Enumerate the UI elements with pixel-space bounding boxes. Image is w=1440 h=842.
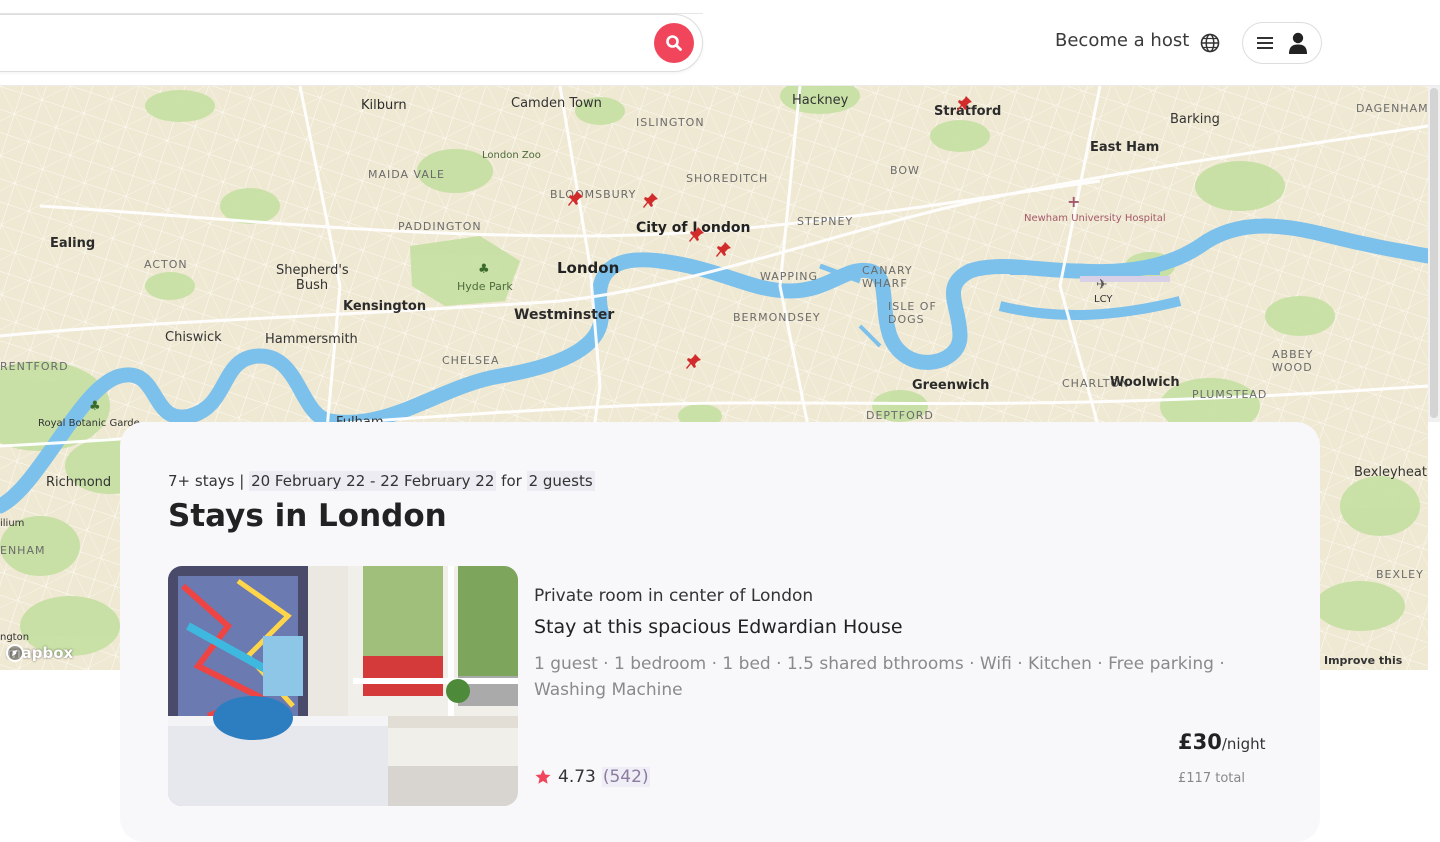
listing-rating: 4.73 (542) bbox=[534, 767, 650, 787]
star-icon bbox=[535, 769, 551, 784]
map-label-maidavale: MAIDA VALE bbox=[368, 168, 445, 181]
map-label-paddington: PADDINGTON bbox=[398, 220, 482, 233]
top-header: Become a host bbox=[0, 0, 1440, 86]
map-label-ealing: Ealing bbox=[50, 236, 96, 251]
guest-count[interactable]: 2 guests bbox=[526, 471, 595, 491]
price-unit: /night bbox=[1221, 735, 1266, 753]
map-label-bloomsbury: BLOOMSBURY bbox=[550, 188, 637, 201]
map-label-ngton: ngton bbox=[0, 632, 30, 643]
map-label-kew: Royal Botanic Garde bbox=[38, 418, 140, 429]
map-label-deptford: DEPTFORD bbox=[866, 409, 934, 422]
for-text: for bbox=[501, 472, 522, 490]
listing-total: £117 total bbox=[1178, 771, 1245, 786]
map-label-hammersmith: Hammersmith bbox=[265, 332, 358, 347]
map-label-newham: Newham University Hospital bbox=[1024, 213, 1166, 224]
date-range[interactable]: 20 February 22 - 22 February 22 bbox=[249, 471, 497, 491]
listing-type: Private room in center of London bbox=[534, 586, 814, 606]
map-label-eastham: East Ham bbox=[1090, 140, 1160, 155]
map-label-woolwich: Woolwich bbox=[1110, 375, 1180, 390]
map-label-wapping: WAPPING bbox=[760, 270, 819, 283]
map-label-brentford: RENTFORD bbox=[0, 360, 69, 373]
map-label-barking: Barking bbox=[1170, 112, 1220, 127]
page-title: Stays in London bbox=[168, 498, 447, 534]
map-pin-icon[interactable] bbox=[686, 353, 702, 371]
map-label-stepney: STEPNEY bbox=[797, 215, 854, 228]
map-label-canary: CANARY WHARF bbox=[862, 264, 913, 290]
airport-icon: ✈ bbox=[1096, 277, 1108, 293]
map-label-greenwich: Greenwich bbox=[912, 378, 990, 393]
map-label-westminster: Westminster bbox=[514, 307, 615, 323]
user-menu-button[interactable] bbox=[1242, 22, 1322, 64]
results-panel: 7+ stays | 20 February 22 - 22 February … bbox=[120, 422, 1320, 842]
improve-map-link[interactable]: Improve this map bbox=[1324, 654, 1428, 670]
map-label-bexleyheath: Bexleyheath bbox=[1354, 465, 1428, 480]
become-host-link[interactable]: Become a host bbox=[1055, 30, 1189, 51]
park-icon: ♣ bbox=[478, 262, 490, 277]
map-label-bexley: BEXLEY bbox=[1376, 568, 1424, 581]
globe-icon[interactable] bbox=[1198, 31, 1222, 55]
hospital-icon: + bbox=[1067, 192, 1081, 211]
rating-value: 4.73 bbox=[558, 767, 596, 787]
map-label-islington: ISLINGTON bbox=[636, 116, 705, 129]
map-label-chelsea: CHELSEA bbox=[442, 354, 500, 367]
map-label-shoreditch: SHOREDITCH bbox=[686, 172, 769, 185]
search-button[interactable] bbox=[654, 23, 694, 63]
map-label-lcy: LCY bbox=[1094, 294, 1113, 305]
map-label-camden: Camden Town bbox=[511, 96, 602, 111]
map-label-acton: ACTON bbox=[144, 258, 188, 271]
map-pin-icon[interactable] bbox=[716, 241, 732, 259]
map-pin-icon[interactable] bbox=[957, 95, 973, 113]
map-scrollbar[interactable] bbox=[1428, 86, 1440, 422]
map-label-bow: BOW bbox=[890, 164, 920, 177]
map-label-isleofdogs: ISLE OF DOGS bbox=[888, 300, 937, 326]
map-label-hydepark: Hyde Park bbox=[457, 280, 513, 293]
map-label-richmond: Richmond bbox=[46, 475, 112, 490]
map-label-dagenham: DAGENHAM bbox=[1356, 102, 1428, 115]
map-label-enham: ENHAM bbox=[0, 544, 46, 557]
map-pin-icon[interactable] bbox=[643, 192, 659, 210]
map-label-abbeywood: ABBEY WOOD bbox=[1272, 348, 1314, 374]
map-label-london: London bbox=[557, 259, 620, 277]
listing-price: £30/night bbox=[1178, 730, 1265, 754]
map-pin-icon[interactable] bbox=[568, 190, 584, 208]
garden-icon: ♣ bbox=[89, 399, 101, 414]
stays-count: 7+ stays | bbox=[168, 472, 245, 490]
listing-photo[interactable] bbox=[168, 566, 518, 806]
search-input[interactable] bbox=[0, 14, 703, 72]
listing-photo-image bbox=[168, 566, 518, 806]
search-summary: 7+ stays | 20 February 22 - 22 February … bbox=[168, 471, 595, 491]
menu-icon bbox=[1257, 37, 1273, 49]
scrollbar-thumb[interactable] bbox=[1430, 88, 1438, 418]
listing-name[interactable]: Stay at this spacious Edwardian House bbox=[534, 616, 903, 638]
mapbox-logo[interactable]: mapbox bbox=[6, 644, 73, 662]
map-label-kilburn: Kilburn bbox=[361, 98, 407, 113]
map-label-ilium: ilium bbox=[0, 518, 25, 529]
review-count[interactable]: (542) bbox=[601, 767, 650, 787]
search-icon bbox=[666, 35, 682, 51]
map-label-chiswick: Chiswick bbox=[165, 330, 222, 345]
map-label-plumstead: PLUMSTEAD bbox=[1192, 388, 1268, 401]
map-pin-icon[interactable] bbox=[689, 226, 705, 244]
listing-amenities: 1 guest · 1 bedroom · 1 bed · 1.5 shared… bbox=[534, 654, 1225, 700]
map-label-kensington: Kensington bbox=[343, 299, 427, 314]
mapbox-logo-icon bbox=[6, 644, 24, 662]
user-icon bbox=[1289, 32, 1307, 54]
map-label-londonzoo: London Zoo bbox=[482, 150, 541, 161]
map-label-shepherds: Shepherd's Bush bbox=[276, 263, 349, 293]
map-label-hackney: Hackney bbox=[792, 93, 849, 108]
price-value: £30 bbox=[1178, 730, 1222, 754]
map-label-bermondsey: BERMONDSEY bbox=[733, 311, 821, 324]
